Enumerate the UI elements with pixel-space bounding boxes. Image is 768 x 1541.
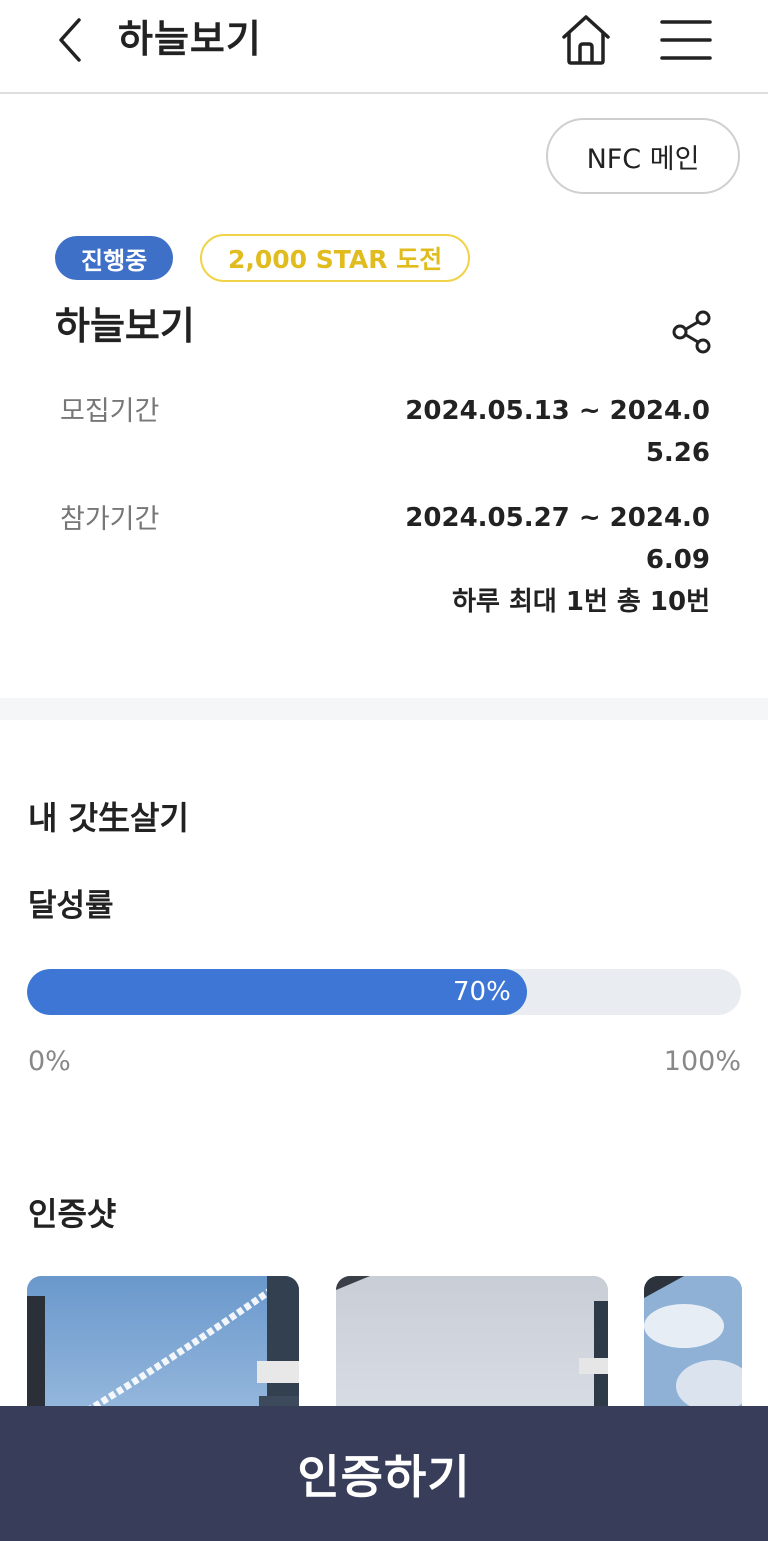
- challenge-title: 하늘보기: [55, 304, 195, 348]
- chevron-left-icon: [59, 18, 81, 62]
- recruit-period-label: 모집기간: [60, 396, 160, 427]
- share-icon: [672, 310, 711, 354]
- progress-min-label: 0%: [28, 1046, 71, 1077]
- my-section-title: 내 갓生살기: [28, 799, 189, 837]
- progress-max-label: 100%: [663, 1046, 741, 1077]
- star-challenge-badge: 2,000 STAR 도전: [200, 234, 471, 282]
- participate-period-value: 2024.05.27 ~ 2024.06.09: [405, 503, 710, 575]
- nfc-main-button[interactable]: NFC 메인: [546, 118, 740, 194]
- menu-button[interactable]: [656, 12, 716, 68]
- photos-title: 인증샷: [28, 1195, 117, 1233]
- verify-button-label: 인증하기: [297, 1449, 471, 1504]
- home-icon: [562, 15, 610, 65]
- share-button[interactable]: [664, 304, 720, 360]
- recruit-period-value: 2024.05.13 ~ 2024.05.26: [405, 396, 710, 468]
- section-divider: [0, 698, 768, 720]
- hamburger-menu-icon: [660, 20, 712, 60]
- header-title: 하늘보기: [118, 17, 262, 61]
- verify-button[interactable]: 인증하기: [0, 1406, 768, 1541]
- participate-frequency-note: 하루 최대 1번 총 10번: [452, 587, 710, 617]
- achievement-title: 달성률: [28, 888, 114, 924]
- achievement-progress-bar: 70%: [27, 969, 741, 1015]
- back-button[interactable]: [48, 12, 92, 68]
- home-button[interactable]: [556, 12, 616, 68]
- app-header: 하늘보기: [0, 0, 768, 94]
- achievement-progress-fill: 70%: [27, 969, 527, 1015]
- status-badge: 진행중: [55, 236, 174, 280]
- participate-period-label: 참가기간: [60, 504, 160, 535]
- achievement-progress-label: 70%: [453, 977, 511, 1007]
